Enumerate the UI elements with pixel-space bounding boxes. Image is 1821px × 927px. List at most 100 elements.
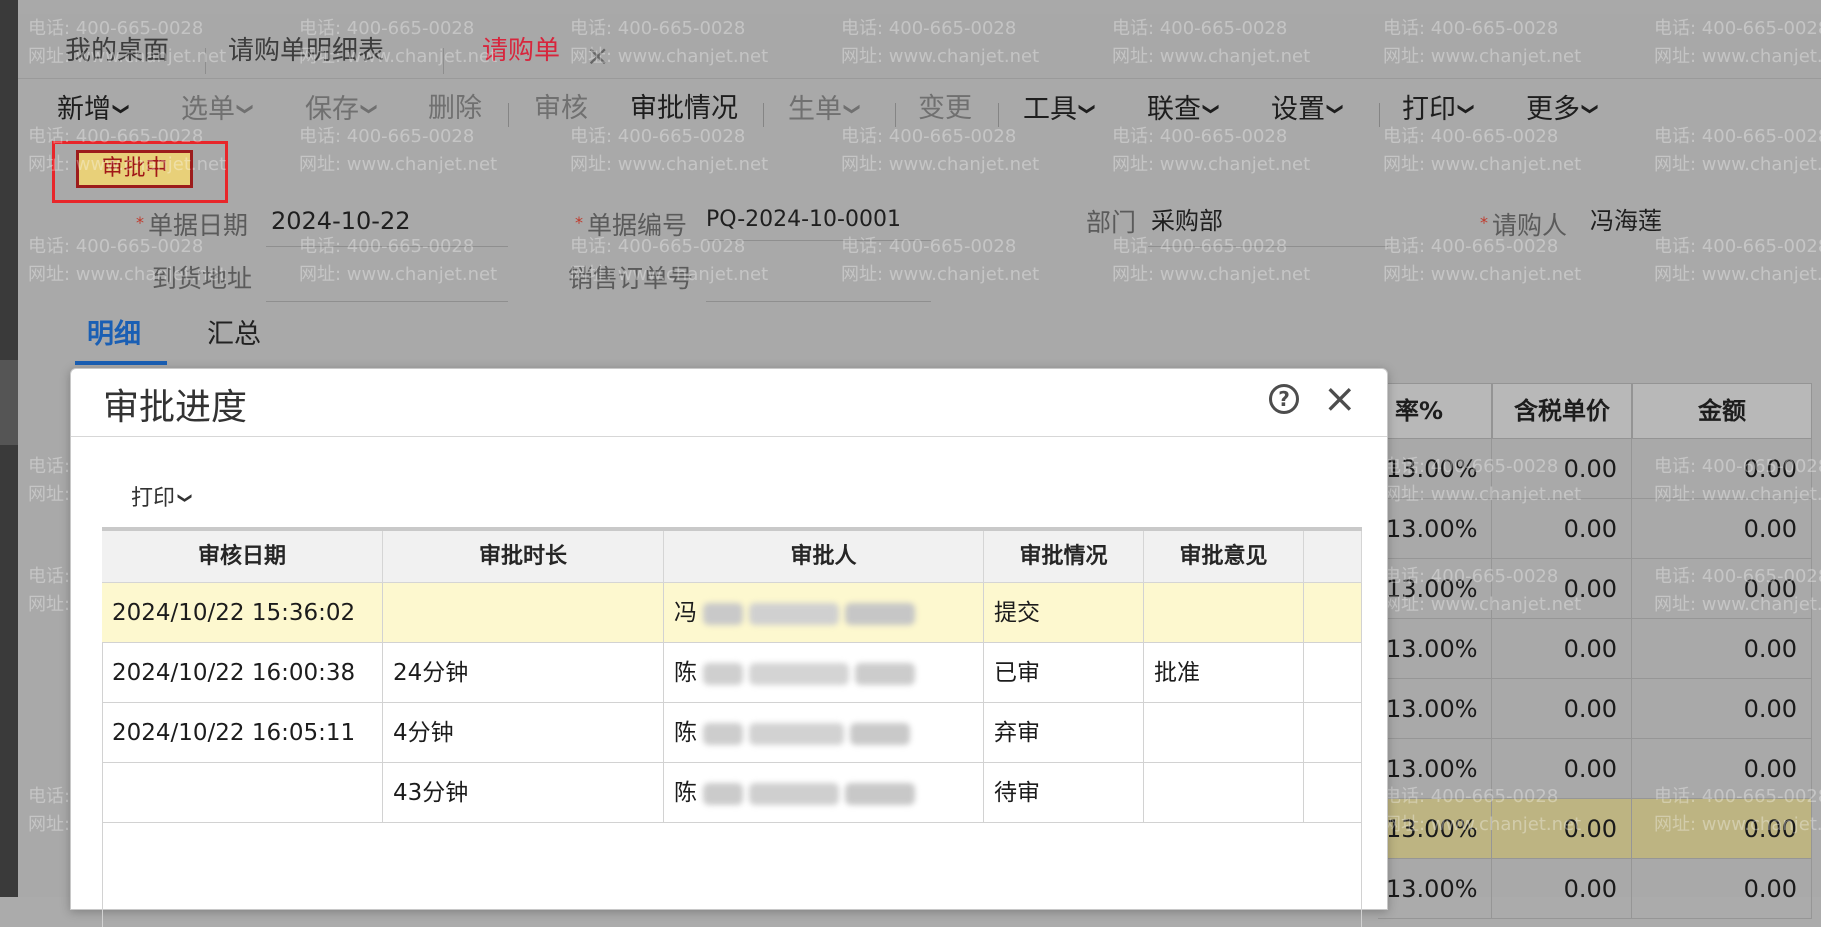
watermark-site: 网址: www.chanjet.net xyxy=(841,154,1040,175)
required-mark: * xyxy=(1480,213,1488,232)
redacted-name-block xyxy=(749,782,839,805)
add-button[interactable]: 新增 ❯ xyxy=(57,93,132,126)
grid-cell[interactable]: 13.00% xyxy=(1378,799,1492,859)
chevron-down-icon: ❯ xyxy=(176,492,193,504)
cell-filler xyxy=(1304,643,1362,703)
cell-duration: 43分钟 xyxy=(383,763,664,823)
cell-filler xyxy=(1304,763,1362,823)
watermark-site: 网址: www.chanjet.net xyxy=(570,154,769,175)
requester-field[interactable]: 冯海莲 xyxy=(1590,206,1662,236)
settings-button[interactable]: 设置 ❯ xyxy=(1271,93,1346,126)
grid-cell[interactable]: 13.00% xyxy=(1378,559,1492,619)
watermark-site: 网址: www.chanjet.net xyxy=(1654,154,1821,175)
grid-header-unit-price: 含税单价 xyxy=(1492,383,1632,439)
redacted-name-block xyxy=(703,722,743,745)
chevron-down-icon: ❯ xyxy=(1078,102,1098,116)
close-icon[interactable]: × xyxy=(1323,377,1357,421)
select-label: 选单 xyxy=(181,94,235,125)
grid-cell[interactable]: 0.00 xyxy=(1632,439,1812,499)
cell-opinion xyxy=(1144,763,1304,823)
cell-approver: 陈 xyxy=(664,703,984,763)
redacted-name-block xyxy=(703,602,743,625)
tab-requisition-detail-report[interactable]: 请购单明细表 xyxy=(228,28,384,74)
settings-label: 设置 xyxy=(1271,94,1325,125)
grid-cell[interactable]: 0.00 xyxy=(1492,739,1632,799)
approver-name: 陈 xyxy=(674,720,697,746)
redacted-name-block xyxy=(850,722,910,745)
change-button[interactable]: 变更 xyxy=(918,93,972,125)
redacted-name-block xyxy=(703,782,743,805)
help-icon[interactable]: ? xyxy=(1269,384,1299,414)
chevron-down-icon: ❯ xyxy=(236,102,256,116)
subtab-indicator xyxy=(75,361,167,365)
watermark-site: 网址: www.chanjet.net xyxy=(299,154,498,175)
grid-cell[interactable]: 0.00 xyxy=(1632,859,1812,919)
doc-date-label: * 单据日期 xyxy=(136,208,248,241)
tab-bar: 我的桌面 请购单明细表 请购单 × xyxy=(18,14,1821,88)
query-label: 联查 xyxy=(1147,94,1201,125)
grid-cell[interactable]: 0.00 xyxy=(1632,559,1812,619)
watermark-phone: 电话: 400-665-0028 xyxy=(1112,236,1288,257)
watermark-site: 网址: www.chanjet.net xyxy=(841,264,1040,285)
add-label: 新增 xyxy=(57,94,111,125)
grid-cell[interactable]: 0.00 xyxy=(1632,799,1812,859)
tools-button[interactable]: 工具 ❯ xyxy=(1023,93,1098,126)
print-button[interactable]: 打印 ❯ xyxy=(1402,93,1477,126)
save-button[interactable]: 保存 ❯ xyxy=(305,93,380,126)
grid-cell[interactable]: 13.00% xyxy=(1378,619,1492,679)
watermark-phone: 电话: 400-665-0028 xyxy=(299,236,475,257)
grid-cell[interactable]: 0.00 xyxy=(1492,439,1632,499)
grid-cell[interactable]: 0.00 xyxy=(1632,619,1812,679)
grid-cell[interactable]: 0.00 xyxy=(1632,499,1812,559)
col-header-audit-date: 审核日期 xyxy=(102,531,383,583)
col-header-approver: 审批人 xyxy=(664,531,984,583)
grid-cell[interactable]: 0.00 xyxy=(1492,499,1632,559)
cell-status: 待审 xyxy=(984,763,1144,823)
cell-filler xyxy=(1304,703,1362,763)
select-button[interactable]: 选单 ❯ xyxy=(181,93,256,126)
grid-cell[interactable]: 0.00 xyxy=(1492,559,1632,619)
grid-cell[interactable]: 13.00% xyxy=(1378,499,1492,559)
tab-close-icon[interactable]: × xyxy=(586,42,609,70)
doc-date-field[interactable]: 2024-10-22 xyxy=(271,206,410,236)
cell-audit-date: 2024/10/22 16:05:11 xyxy=(102,703,383,763)
tab-desktop[interactable]: 我的桌面 xyxy=(65,28,169,74)
redacted-name-block xyxy=(703,662,743,685)
table-empty-area xyxy=(102,823,1362,883)
grid-cell[interactable]: 13.00% xyxy=(1378,679,1492,739)
grid-cell[interactable]: 0.00 xyxy=(1632,739,1812,799)
redacted-name-block xyxy=(749,602,839,625)
subtab-summary[interactable]: 汇总 xyxy=(207,318,261,352)
subtab-detail[interactable]: 明细 xyxy=(87,318,141,352)
grid-cell[interactable]: 0.00 xyxy=(1492,679,1632,739)
cell-status: 提交 xyxy=(984,583,1144,643)
query-button[interactable]: 联查 ❯ xyxy=(1147,93,1222,126)
grid-cell[interactable]: 13.00% xyxy=(1378,859,1492,919)
grid-cell[interactable]: 0.00 xyxy=(1632,679,1812,739)
cell-duration: 24分钟 xyxy=(383,643,664,703)
watermark-site: 网址: www.chanjet.net xyxy=(1112,264,1311,285)
redacted-name-block xyxy=(845,782,915,805)
col-header-duration: 审批时长 xyxy=(383,531,664,583)
cell-audit-date xyxy=(102,763,383,823)
grid-cell[interactable]: 13.00% xyxy=(1378,439,1492,499)
grid-cell[interactable]: 13.00% xyxy=(1378,739,1492,799)
grid-cell[interactable]: 0.00 xyxy=(1492,859,1632,919)
doc-no-field[interactable]: PQ-2024-10-0001 xyxy=(706,205,901,235)
more-button[interactable]: 更多 ❯ xyxy=(1526,93,1601,126)
save-label: 保存 xyxy=(305,94,359,125)
grid-header-amount: 金额 xyxy=(1632,383,1812,439)
cell-opinion: 批准 xyxy=(1144,643,1304,703)
delete-button[interactable]: 删除 xyxy=(428,93,482,125)
grid-cell[interactable]: 0.00 xyxy=(1492,619,1632,679)
grid-cell[interactable]: 0.00 xyxy=(1492,799,1632,859)
approval-progress-dialog: 审批进度 ? × 打印 ❯ 审核日期 审批时长 审批人 审批情况 审批意见 202… xyxy=(70,368,1388,927)
audit-button[interactable]: 审核 xyxy=(534,93,588,125)
dialog-print-button[interactable]: 打印 ❯ xyxy=(131,484,193,513)
approval-status-button[interactable]: 审批情况 xyxy=(630,93,738,125)
watermark-site: 网址: www.chanjet.net xyxy=(1654,264,1821,285)
tab-requisition[interactable]: 请购单 xyxy=(482,28,560,74)
dept-field[interactable]: 采购部 xyxy=(1151,206,1223,236)
more-label: 更多 xyxy=(1526,94,1580,125)
generate-button[interactable]: 生单 ❯ xyxy=(788,93,863,126)
